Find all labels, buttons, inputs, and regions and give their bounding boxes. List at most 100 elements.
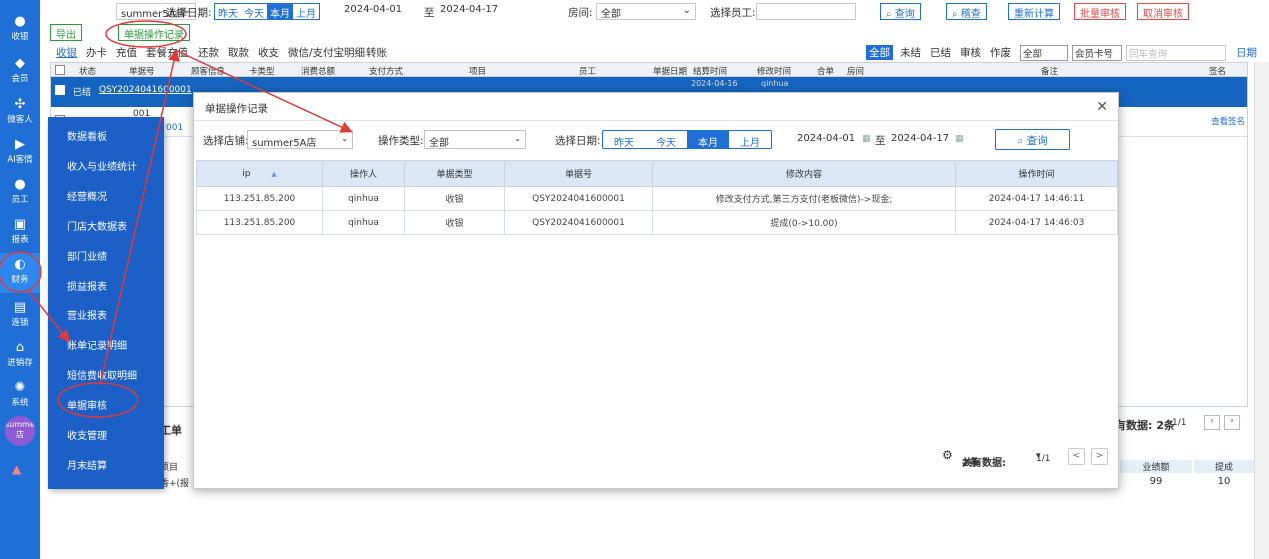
filter-settled[interactable]: 已结: [930, 45, 951, 60]
doc-log-button[interactable]: 单据操作记录: [118, 24, 190, 41]
row-doc-link[interactable]: QSY2024041600001: [99, 85, 192, 95]
room-select[interactable]: 全部 ⌄: [596, 3, 696, 20]
nav-label: 收银: [11, 32, 29, 42]
tab-transfer[interactable]: 转账: [366, 45, 387, 60]
filter-select-2[interactable]: 会员卡号: [1072, 45, 1122, 61]
dialog-date-to[interactable]: 2024-04-17: [886, 130, 966, 149]
filter-voided[interactable]: 作废: [990, 45, 1011, 60]
period-link[interactable]: 日期: [1236, 45, 1257, 60]
dialog-store-label: 选择店铺:: [203, 135, 249, 147]
dialog-pagination: ⚙ 共有数据: 2条 1/1 ▾ < >: [942, 448, 1112, 469]
select-all-checkbox[interactable]: [55, 65, 65, 75]
nav-member[interactable]: ◆ 会员: [0, 52, 40, 90]
staff-input[interactable]: [756, 3, 856, 20]
dialog-search-button[interactable]: ⌕ 查询: [995, 129, 1070, 150]
bell-icon[interactable]: ▲: [12, 462, 26, 476]
row-user: qinhua: [761, 79, 789, 88]
sort-asc-icon[interactable]: ▲: [271, 170, 276, 178]
bottom-page[interactable]: 1/1: [1172, 418, 1186, 428]
row-doc-link[interactable]: 001: [166, 123, 183, 133]
col-doc-no: 单据号: [504, 160, 653, 187]
filter-all[interactable]: 全部: [866, 45, 893, 60]
toolbar: 导出 单据操作记录: [40, 24, 1269, 41]
menu-item-department[interactable]: 部门业绩: [48, 239, 164, 269]
nav-inventory[interactable]: ⌂ 进销存: [0, 336, 40, 374]
view-signature-link[interactable]: 查看签名: [1211, 115, 1245, 127]
nav-report[interactable]: ▣ 报表: [0, 213, 40, 251]
menu-item-dashboard[interactable]: 数据看板: [48, 119, 164, 149]
dialog-table-header: ip ▲ 操作人 单据类型 单据号 修改内容 操作时间: [196, 160, 1118, 187]
menu-item-store-data[interactable]: 门店大数据表: [48, 209, 164, 239]
room-label: 房间:: [568, 7, 593, 19]
table-row[interactable]: 113.251.85.200 qinhua 收银 QSY202404160000…: [196, 210, 1118, 235]
store-avatar[interactable]: summer5A店: [5, 416, 35, 446]
filter-approved[interactable]: 审核: [960, 45, 981, 60]
dialog-page-select[interactable]: 1/1 ▾: [1036, 451, 1050, 464]
menu-item-income-stats[interactable]: 收入与业绩统计: [48, 149, 164, 179]
tab-card[interactable]: 办卡: [86, 45, 107, 60]
nav-ai[interactable]: ▶ AI客情: [0, 133, 40, 171]
batch-approve-button[interactable]: 批量审核: [1074, 3, 1126, 20]
menu-item-bill-details[interactable]: 账单记录明细: [48, 328, 164, 358]
menu-item-overview[interactable]: 经营概况: [48, 179, 164, 209]
table-row[interactable]: 113.251.85.200 qinhua 收银 QSY202404160000…: [196, 186, 1118, 211]
menu-item-income-expense[interactable]: 收支管理: [48, 418, 164, 448]
calendar-icon[interactable]: ▦: [862, 134, 871, 144]
dialog-date-tab-last-month[interactable]: 上月: [729, 131, 771, 149]
calendar-icon[interactable]: ▦: [955, 134, 964, 144]
tab-repay[interactable]: 还款: [198, 45, 219, 60]
menu-item-month-end[interactable]: 月末结算: [48, 448, 164, 478]
chain-icon: ▤: [13, 300, 27, 315]
nav-customer[interactable]: ✣ 微客人: [0, 93, 40, 131]
tab-cash[interactable]: 收银: [56, 45, 77, 60]
bottom-prev-button[interactable]: ‹: [1204, 415, 1220, 430]
chevron-down-icon: ⌄: [341, 134, 348, 143]
dialog-date-tab-yesterday[interactable]: 昨天: [603, 131, 645, 149]
filter-search-input[interactable]: 回车查询: [1126, 45, 1226, 61]
filter-unsettled[interactable]: 未结: [900, 45, 921, 60]
menu-item-profit-loss[interactable]: 损益报表: [48, 269, 164, 299]
date-tab-yesterday[interactable]: 昨天: [215, 4, 241, 20]
filter-select-1[interactable]: 全部: [1020, 45, 1068, 61]
nav-chain[interactable]: ▤ 连锁: [0, 296, 40, 334]
tab-income-expense[interactable]: 收支: [258, 45, 279, 60]
dialog-store-select[interactable]: summer5A店 ⌄: [247, 130, 353, 149]
nav-cash[interactable]: ● 收银: [0, 10, 40, 48]
cancel-approve-button[interactable]: 取消审核: [1137, 3, 1189, 20]
nav-label: 微客人: [7, 115, 33, 125]
query-button[interactable]: ⌕ 查询: [880, 3, 921, 20]
dialog-optype-label: 操作类型:: [378, 135, 424, 147]
row-checkbox[interactable]: [55, 85, 65, 95]
dialog-date-tab-this-month[interactable]: 本月: [687, 131, 729, 149]
menu-item-business-report[interactable]: 营业报表: [48, 298, 164, 328]
tab-recharge[interactable]: 充值: [116, 45, 137, 60]
dialog-optype-select[interactable]: 全部 ⌄: [424, 130, 526, 149]
date-tab-this-month[interactable]: 本月: [267, 4, 293, 20]
col-ip[interactable]: ip ▲: [196, 160, 323, 187]
nav-finance[interactable]: ◐ 财务: [0, 253, 40, 293]
nav-label: 财务: [11, 275, 29, 285]
gear-icon[interactable]: ⚙: [942, 448, 953, 462]
tab-withdraw[interactable]: 取款: [228, 45, 249, 60]
dialog-next-button[interactable]: >: [1091, 448, 1108, 465]
review-button[interactable]: ⌕ 稽查: [946, 3, 987, 20]
tab-payment-details[interactable]: 微信/支付宝明细: [288, 45, 365, 60]
nav-settings[interactable]: ✺ 系统: [0, 376, 40, 414]
export-button[interactable]: 导出: [50, 24, 82, 41]
date-tab-last-month[interactable]: 上月: [293, 4, 319, 20]
close-icon[interactable]: ✕: [1096, 99, 1108, 115]
tab-package-recharge[interactable]: 套餐充值: [146, 45, 188, 60]
recalc-button[interactable]: 重新计算: [1008, 3, 1060, 20]
date-to-input[interactable]: 2024-04-17: [436, 3, 516, 20]
nav-staff[interactable]: ● 员工: [0, 173, 40, 211]
bottom-next-button[interactable]: ›: [1224, 415, 1240, 430]
grid-col-card-type: 卡类型: [249, 67, 275, 77]
menu-item-sms-fee[interactable]: 短信费收取明细: [48, 358, 164, 388]
date-tab-today[interactable]: 今天: [241, 4, 267, 20]
dialog-prev-button[interactable]: <: [1068, 448, 1085, 465]
grid-col-total: 消费总额: [301, 67, 336, 77]
member-icon: ◆: [15, 56, 25, 71]
dialog-date-tab-today[interactable]: 今天: [645, 131, 687, 149]
date-from-input[interactable]: 2024-04-01: [340, 3, 422, 20]
menu-item-doc-review[interactable]: 单据审核: [48, 388, 164, 418]
